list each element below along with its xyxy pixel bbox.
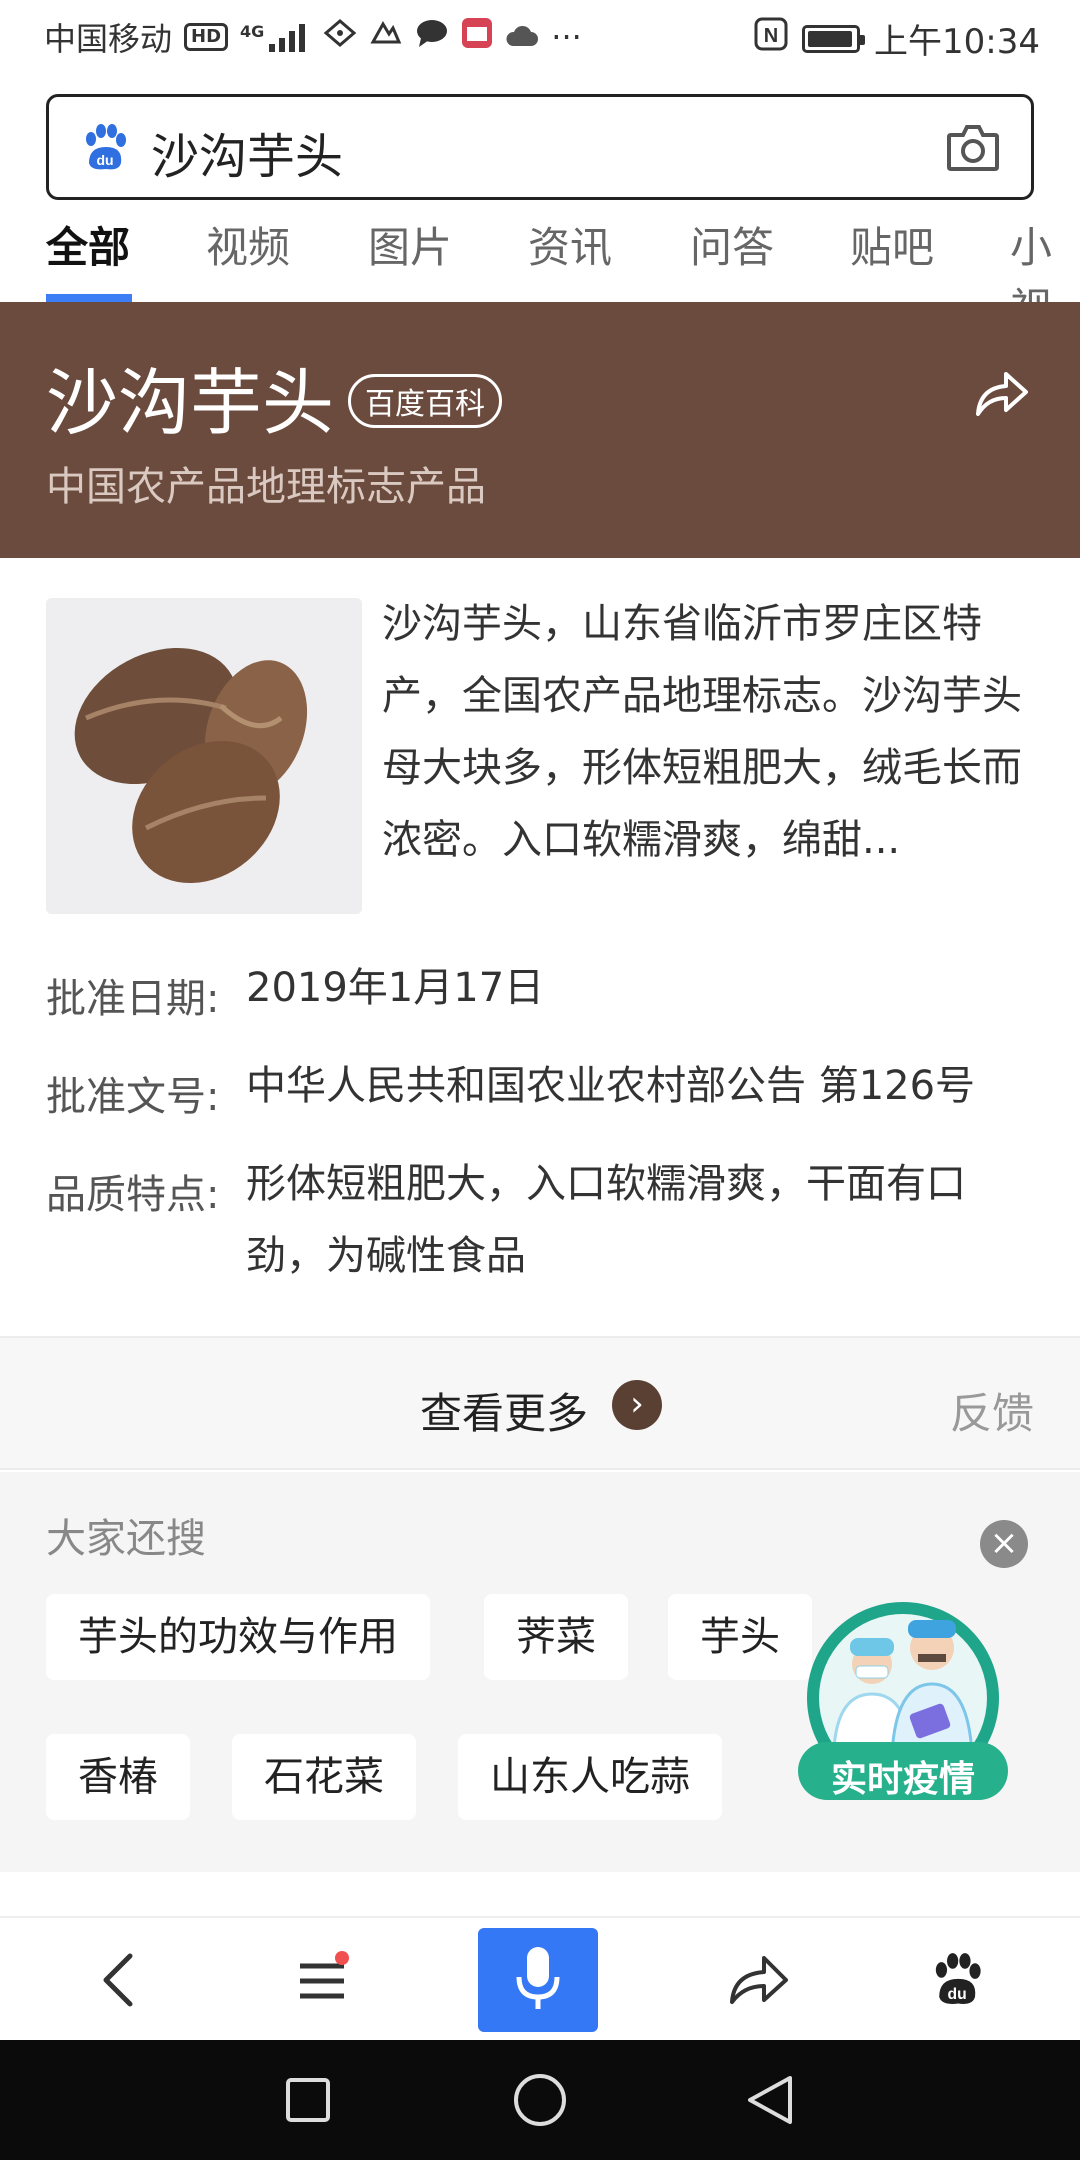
field-value-approval-date: 2019年1月17日 — [246, 965, 545, 1011]
field-label-approval-number: 批准文号: — [46, 1074, 220, 1120]
related-chip[interactable]: 香椿 — [46, 1734, 190, 1820]
message-icon — [415, 18, 449, 56]
cloud-icon — [505, 18, 539, 56]
tab-images[interactable]: 图片 — [368, 214, 452, 275]
camera-icon[interactable] — [945, 121, 1001, 175]
svg-text:N: N — [764, 25, 778, 47]
tab-news[interactable]: 资讯 — [528, 214, 612, 275]
tab-tieba[interactable]: 贴吧 — [850, 214, 934, 275]
field-value-quality: 形体短粗肥大，入口软糯滑爽，干面有口劲，为碱性食品 — [246, 1161, 966, 1279]
tab-video[interactable]: 视频 — [206, 214, 290, 275]
entry-title[interactable]: 沙沟芋头 — [46, 344, 334, 449]
close-icon[interactable]: × — [980, 1520, 1028, 1568]
related-chip[interactable]: 芋头 — [668, 1594, 812, 1680]
hd-badge: HD — [184, 23, 229, 51]
app-notification-icon — [369, 18, 403, 56]
battery-icon — [802, 24, 866, 53]
back-icon[interactable] — [58, 1918, 178, 2042]
clock: 上午10:34 — [874, 22, 1040, 62]
nav-back-icon[interactable] — [732, 2062, 808, 2138]
status-bar: 中国移动 HD 4G ··· N 上午10:34 — [0, 0, 1080, 76]
search-box[interactable]: du 沙沟芋头 — [46, 94, 1034, 200]
more-notifications: ··· — [551, 18, 582, 56]
search-input[interactable]: 沙沟芋头 — [151, 117, 343, 187]
search-tabs: 全部 视频 图片 资讯 问答 贴吧 小视 — [0, 200, 1080, 302]
related-chip[interactable]: 荠菜 — [484, 1594, 628, 1680]
field-value-approval-number: 中华人民共和国农业农村部公告 第126号 — [246, 1063, 976, 1109]
carrier-name: 中国移动 — [44, 20, 173, 58]
microphone-icon — [515, 1945, 561, 2015]
battery-level — [808, 30, 852, 47]
signal-icon: 4G — [240, 22, 311, 52]
share-icon[interactable] — [970, 364, 1030, 424]
taro-image[interactable] — [46, 598, 362, 914]
status-right: N 上午10:34 — [754, 14, 1040, 63]
field-label-approval-date: 批准日期: — [46, 976, 220, 1022]
recent-apps-icon[interactable] — [270, 2062, 346, 2138]
home-icon[interactable] — [502, 2062, 578, 2138]
voice-search-button[interactable] — [478, 1928, 598, 2032]
calendar-app-icon — [461, 17, 493, 57]
entry-summary[interactable]: 沙沟芋头，山东省临沂市罗庄区特产，全国农产品地理标志。沙沟芋头母大块多，形体短粗… — [382, 588, 1034, 876]
related-chip[interactable]: 芋头的功效与作用 — [46, 1594, 430, 1680]
field-label-quality: 品质特点: — [46, 1172, 220, 1218]
view-more-button[interactable]: 查看更多 — [420, 1380, 588, 1441]
active-tab-indicator — [46, 294, 132, 302]
entry-subtitle: 中国农产品地理标志产品 — [46, 464, 486, 510]
bottom-toolbar: du — [0, 1916, 1080, 2040]
tab-short-video[interactable]: 小视 — [1010, 214, 1080, 302]
baidu-paw-icon[interactable]: du — [896, 1918, 1016, 2042]
network-type: 4G — [240, 22, 265, 41]
status-left: 中国移动 HD 4G ··· — [44, 14, 582, 60]
related-title: 大家还搜 — [46, 1516, 206, 1562]
system-nav-bar — [0, 2040, 1080, 2160]
related-chip[interactable]: 山东人吃蒜 — [458, 1734, 722, 1820]
tab-qa[interactable]: 问答 — [690, 214, 774, 275]
covid-badge-label: 实时疫情 — [830, 1759, 975, 1800]
feedback-button[interactable]: 反馈 — [950, 1380, 1034, 1441]
menu-icon[interactable] — [262, 1918, 382, 2042]
chevron-right-icon[interactable]: › — [612, 1380, 662, 1430]
baike-header: 沙沟芋头 百度百科 中国农产品地理标志产品 — [0, 302, 1080, 558]
view-more-bar: 查看更多 › 反馈 — [0, 1336, 1080, 1470]
nfc-icon: N — [754, 17, 788, 60]
svg-text:du: du — [948, 1986, 967, 2003]
baidu-paw-icon[interactable]: du — [79, 123, 129, 173]
related-chip[interactable]: 石花菜 — [232, 1734, 416, 1820]
tab-all[interactable]: 全部 — [46, 214, 130, 275]
covid-realtime-badge[interactable]: 实时疫情 — [794, 1598, 1012, 1816]
baike-badge: 百度百科 — [348, 374, 502, 428]
share-icon[interactable] — [698, 1918, 818, 2042]
location-icon — [323, 18, 357, 56]
svg-text:du: du — [96, 152, 113, 168]
